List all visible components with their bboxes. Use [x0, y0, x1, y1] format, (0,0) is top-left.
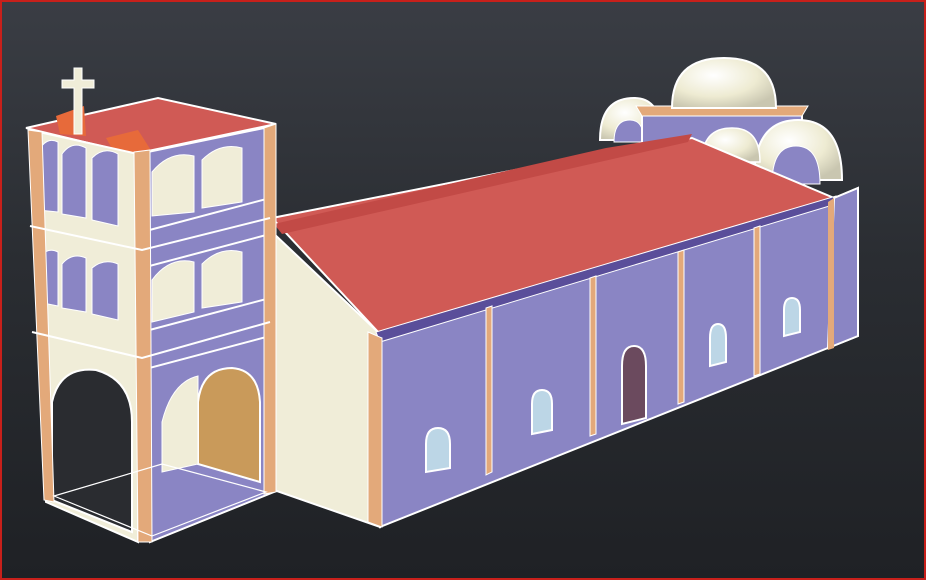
- bell-tower: [25, 67, 277, 544]
- cad-viewport[interactable]: [0, 0, 926, 580]
- church-model: [25, 56, 859, 544]
- nave: [270, 134, 859, 529]
